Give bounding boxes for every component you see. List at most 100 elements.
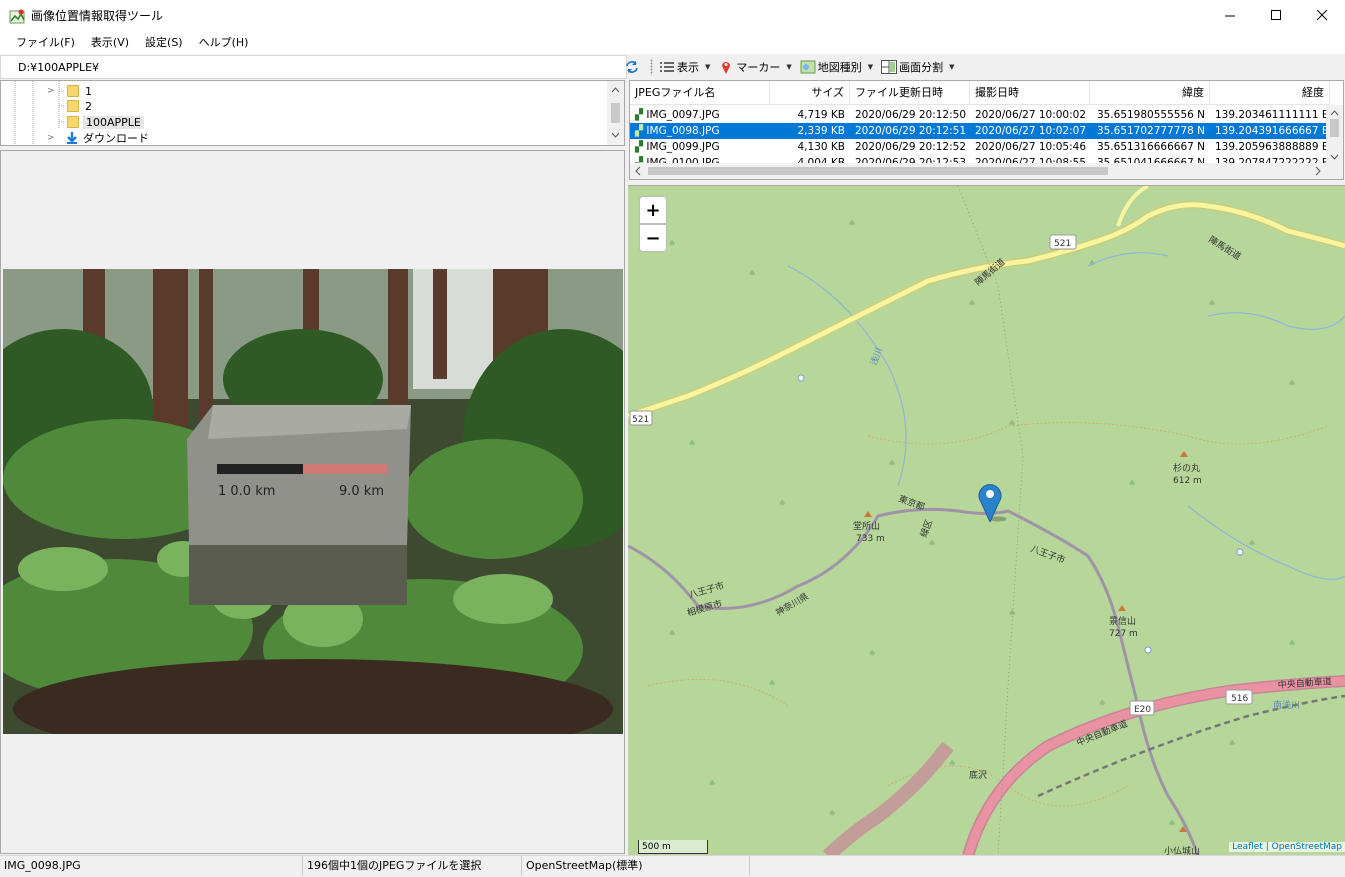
expand-chevron-icon[interactable]: > (47, 133, 59, 143)
svg-text:♠: ♠ (1128, 479, 1136, 489)
marker-dropdown-icon[interactable]: ▼ (786, 63, 791, 71)
map-label: 521 (1054, 239, 1071, 249)
expand-chevron-icon[interactable]: > (47, 86, 59, 96)
toolbar-grip[interactable] (650, 59, 653, 75)
menu-help[interactable]: ヘルプ(H) (191, 31, 257, 54)
map-pin-icon (718, 59, 734, 75)
col-size[interactable]: サイズ (770, 81, 850, 105)
cell-filename: IMG_0098.JPG (646, 125, 720, 137)
status-map-type: OpenStreetMap(標準) (522, 856, 750, 876)
close-icon (1316, 10, 1327, 21)
map-label: 八王子市 (688, 579, 726, 600)
cell-filename: IMG_0097.JPG (646, 109, 720, 121)
view-dropdown-icon[interactable]: ▼ (705, 63, 710, 71)
jpeg-file-icon: ▞ (635, 125, 644, 137)
menu-file[interactable]: ファイル(F) (8, 31, 83, 54)
table-row[interactable]: ▞ IMG_0099.JPG 4,130 KB 2020/06/29 20:12… (630, 139, 1330, 155)
zoom-in-button[interactable]: + (639, 196, 667, 224)
cell-taken: 2020/06/27 10:02:07 (975, 125, 1087, 137)
menu-settings[interactable]: 設定(S) (137, 31, 191, 54)
tree-item-2[interactable]: 2 (67, 98, 92, 114)
cell-taken: 2020/06/27 10:00:02 (975, 109, 1087, 121)
svg-text:♠: ♠ (968, 299, 976, 309)
path-input[interactable]: D:¥100APPLE¥ (0, 55, 627, 79)
map-label: 612 m (1173, 476, 1202, 486)
folder-tree[interactable]: >1 2 100APPLE > ダウンロード (0, 80, 625, 146)
close-button[interactable] (1299, 0, 1345, 31)
refresh-icon (626, 61, 638, 73)
maximize-icon (1270, 10, 1281, 20)
map-scale: 500 m (638, 840, 708, 854)
table-row[interactable]: ▞ IMG_0097.JPG 4,719 KB 2020/06/29 20:12… (630, 107, 1330, 123)
map-type-dropdown-icon[interactable]: ▼ (868, 63, 873, 71)
minimize-button[interactable] (1207, 0, 1253, 31)
jpeg-file-icon: ▞ (635, 141, 644, 153)
svg-text:♠: ♠ (668, 239, 676, 249)
svg-text:1 0.0 km: 1 0.0 km (218, 484, 275, 499)
cell-longitude: 139.204391666667 E (1215, 125, 1329, 137)
svg-text:♠: ♠ (888, 459, 896, 469)
col-filename[interactable]: JPEGファイル名 (630, 81, 770, 105)
window-title: 画像位置情報取得ツール (31, 9, 164, 23)
svg-text:♠: ♠ (868, 649, 876, 659)
col-longitude[interactable]: 経度 (1210, 81, 1330, 105)
tree-scrollbar[interactable] (607, 81, 624, 145)
file-list[interactable]: JPEGファイル名 サイズ ファイル更新日時 撮影日時 緯度 経度 ▞ IMG_… (629, 80, 1344, 180)
cell-taken: 2020/06/27 10:05:46 (975, 141, 1087, 153)
photo-image: 1 0.0 km 9.0 km (3, 269, 623, 734)
split-button[interactable]: 画面分割 ▼ (881, 59, 958, 75)
maximize-button[interactable] (1253, 0, 1299, 31)
list-header: JPEGファイル名 サイズ ファイル更新日時 撮影日時 緯度 経度 (630, 81, 1330, 105)
cell-latitude: 35.651316666667 N (1096, 141, 1205, 153)
status-file: IMG_0098.JPG (0, 856, 303, 876)
svg-text:♠: ♠ (948, 759, 956, 769)
split-dropdown-icon[interactable]: ▼ (949, 63, 954, 71)
map-label: E20 (1134, 705, 1151, 715)
app-icon (9, 9, 25, 23)
cell-longitude: 139.205963888889 E (1215, 141, 1329, 153)
view-button[interactable]: 表示 ▼ (659, 59, 714, 75)
map-type-button[interactable]: 地図種別 ▼ (800, 59, 877, 75)
menu-view[interactable]: 表示(V) (83, 31, 137, 54)
col-taken[interactable]: 撮影日時 (970, 81, 1090, 105)
map-label: 小仏城山 (1164, 846, 1200, 855)
cell-size: 4,130 KB (797, 141, 846, 153)
tree-item-downloads[interactable]: > ダウンロード (47, 130, 149, 145)
tree-item-label: 1 (85, 84, 92, 98)
download-arrow-icon (67, 132, 77, 144)
svg-text:♠: ♠ (1008, 419, 1016, 429)
table-row-selected[interactable]: ▞ IMG_0098.JPG 2,339 KB 2020/06/29 20:12… (630, 123, 1330, 139)
svg-text:♠: ♠ (748, 269, 756, 279)
tree-item-100apple[interactable]: 100APPLE (67, 114, 144, 130)
svg-text:♠: ♠ (668, 629, 676, 639)
svg-text:♠: ♠ (708, 779, 716, 789)
tree-item-label: 100APPLE (83, 115, 144, 129)
cell-modified: 2020/06/29 20:12:50 (855, 109, 967, 121)
map-view[interactable]: ♠ ♠ ♠ ♠ ♠ ♠ ♠ ♠ ♠ ♠ ♠ ♠ ♠ ♠ ♠ ♠ ♠ ♠ ♠ ♠ ♠ ♠ ♠ ♠ ♠ 521 (628, 185, 1345, 855)
marker-button[interactable]: マーカー ▼ (718, 59, 795, 75)
map-label: 浅川 (868, 346, 885, 367)
folder-icon (67, 85, 79, 97)
map-label: 陣馬街道 (1206, 233, 1243, 262)
col-modified[interactable]: ファイル更新日時 (850, 81, 970, 105)
tree-item-label: ダウンロード (83, 132, 149, 145)
list-horizontal-scrollbar[interactable] (630, 163, 1343, 179)
toolbar: 表示 ▼ マーカー ▼ 地図種別 ▼ 画面分割 ▼ (648, 55, 1345, 79)
svg-text:♠: ♠ (1228, 739, 1236, 749)
map-attribution[interactable]: Leaflet | OpenStreetMap (1229, 842, 1345, 852)
marker-label: マーカー (736, 61, 781, 74)
svg-text:♠: ♠ (1098, 699, 1106, 709)
map-label: 底沢 (969, 769, 987, 781)
svg-text:♠: ♠ (1168, 819, 1176, 829)
cell-latitude: 35.651702777778 N (1096, 125, 1205, 137)
col-latitude[interactable]: 緯度 (1090, 81, 1210, 105)
list-vertical-scrollbar[interactable] (1326, 105, 1343, 165)
refresh-button[interactable] (624, 58, 640, 76)
zoom-out-button[interactable]: − (639, 224, 667, 252)
tree-item-1[interactable]: >1 (47, 83, 92, 99)
jpeg-file-icon: ▞ (635, 109, 644, 121)
svg-text:♠: ♠ (1208, 299, 1216, 309)
map-label: 緑区 (918, 518, 935, 539)
svg-text:♠: ♠ (928, 539, 936, 549)
map-marker-icon[interactable] (978, 482, 1006, 522)
